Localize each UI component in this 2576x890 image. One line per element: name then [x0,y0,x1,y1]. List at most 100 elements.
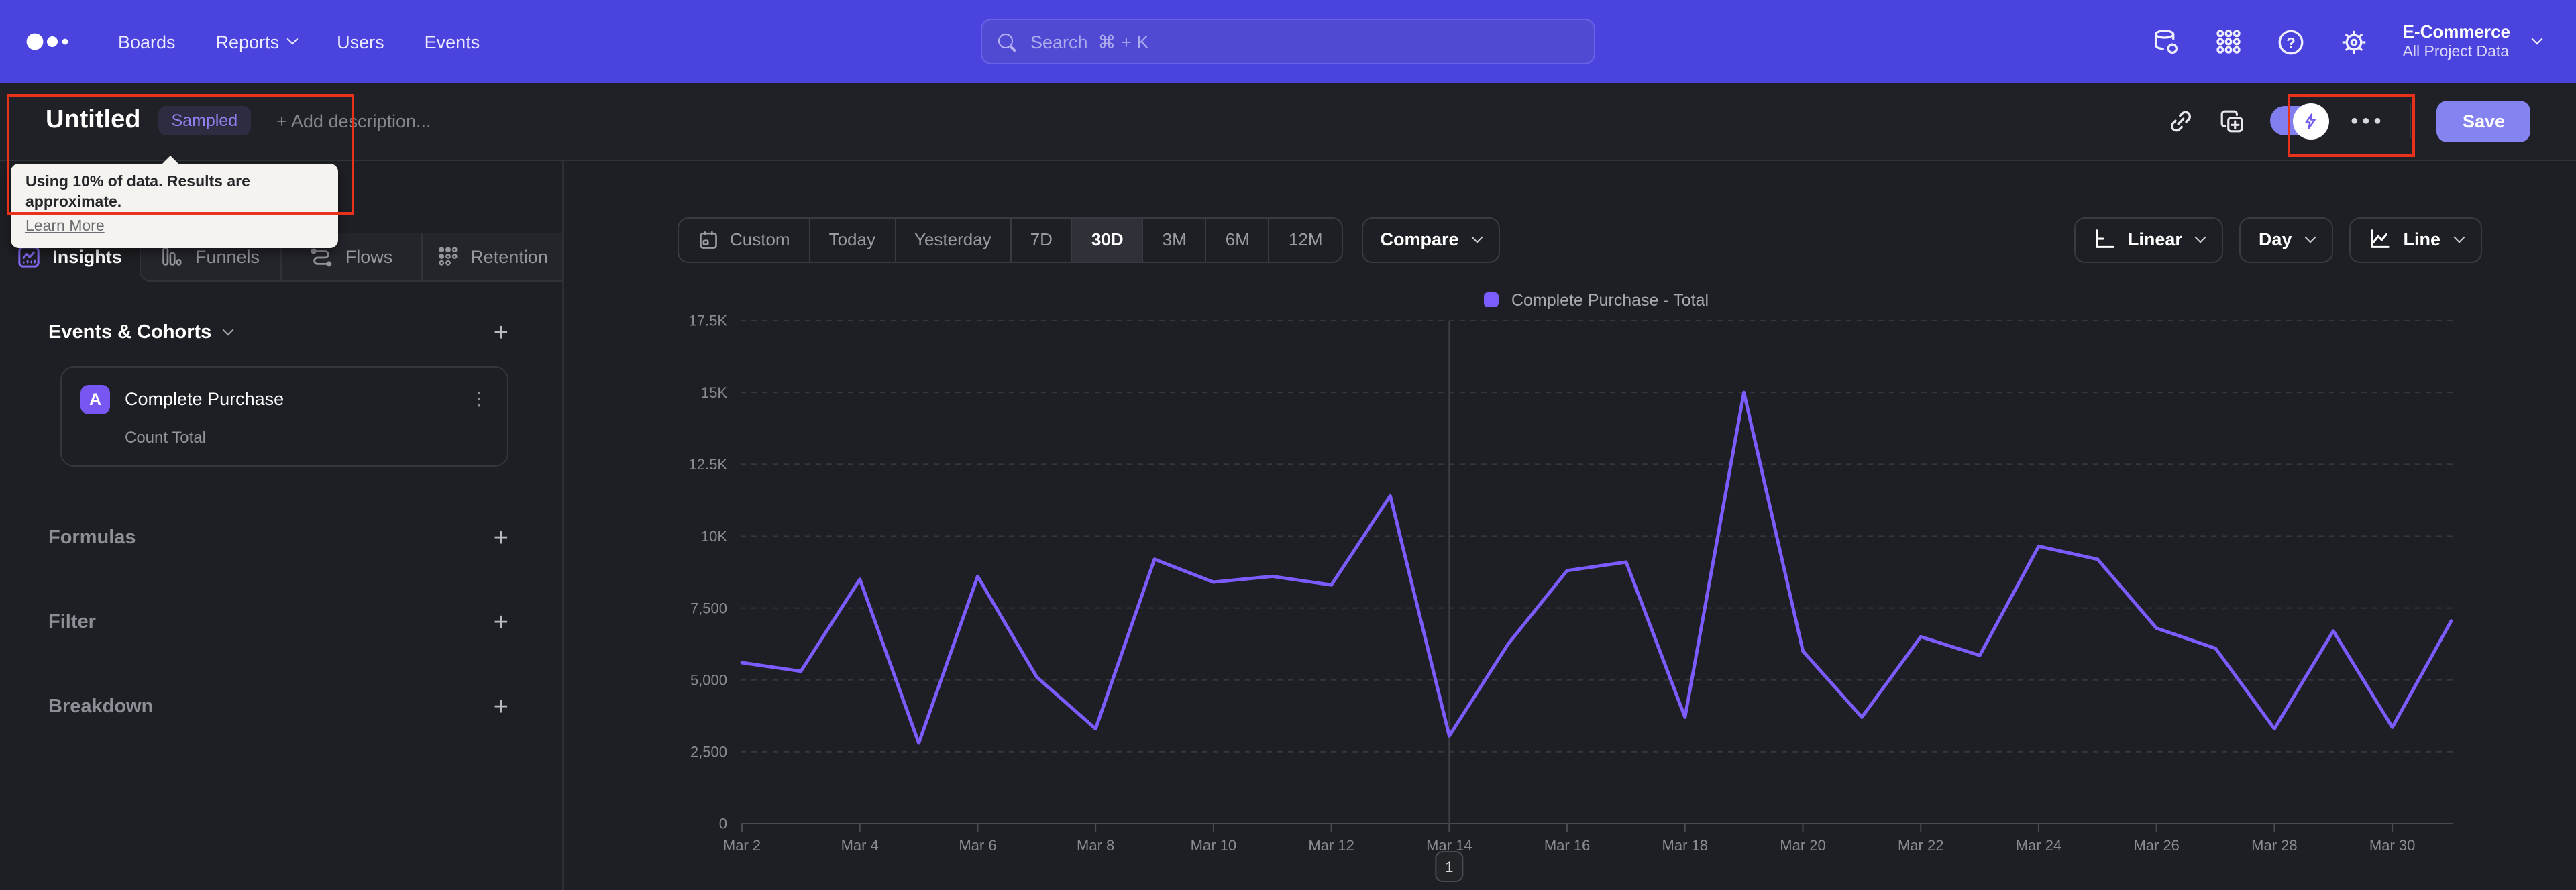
content: Insights Funnels Flows Retention Events … [0,160,2576,890]
x-axis-label: Mar 8 [1077,837,1114,854]
project-meta: E-Commerce All Project Data [2403,21,2510,62]
range-3m[interactable]: 3M [1142,218,1205,261]
add-formula-button[interactable]: + [494,525,508,551]
add-filter-button[interactable]: + [494,610,508,635]
global-search[interactable] [981,19,1595,64]
range-6m[interactable]: 6M [1205,218,1269,261]
tab-retention[interactable]: Retention [421,233,562,281]
project-scope: All Project Data [2402,44,2510,60]
scale-dropdown[interactable]: Linear [2074,217,2224,262]
report-titlebar: Untitled Sampled + Add description... ●●… [0,83,2576,160]
event-card[interactable]: A Complete Purchase ⋮ Count Total [60,366,508,466]
divider [2410,103,2412,139]
range-label: 3M [1162,229,1187,249]
flows-icon [311,245,333,268]
x-axis-label: Mar 16 [1544,837,1590,854]
x-axis-label: Mar 30 [2369,837,2415,854]
data-management-icon[interactable] [2152,27,2180,56]
x-axis-label: Mar 4 [841,837,879,854]
add-to-board-icon[interactable] [2219,109,2245,134]
x-axis-label: Mar 20 [1780,837,1825,854]
save-button[interactable]: Save [2436,100,2530,142]
compare-label: Compare [1380,229,1459,249]
range-today[interactable]: Today [808,218,894,261]
retention-icon [437,245,458,267]
chart-type-dropdown[interactable]: Line [2349,217,2482,262]
search-input[interactable] [1028,30,1578,53]
events-cohorts-title[interactable]: Events & Cohorts [48,322,233,343]
y-axis-label: 17.5K [689,313,728,329]
insights-icon [17,245,40,268]
report-title[interactable]: Untitled [46,107,140,136]
range-label: Today [828,229,875,249]
section-label: Formulas [48,527,136,549]
x-axis-label: Mar 6 [959,837,996,854]
legend-label: Complete Purchase - Total [1511,290,1709,309]
sampling-tooltip-text: Using 10% of data. Results are approxima… [25,174,250,211]
x-axis-label: Mar 28 [2251,837,2297,854]
range-30d[interactable]: 30D [1071,218,1142,261]
event-metric[interactable]: Count Total [125,427,488,446]
compare-button[interactable]: Compare [1361,217,1501,262]
chevron-down-icon [2531,33,2543,45]
project-name: E-Commerce [2402,21,2510,42]
range-label: 7D [1030,229,1053,249]
top-nav: Boards Reports Users Events Search ⌘ + K… [0,0,2576,83]
add-event-button[interactable]: + [494,320,508,345]
range-custom[interactable]: Custom [679,218,809,261]
help-icon[interactable]: ? [2277,27,2305,56]
tab-label: Retention [470,246,548,266]
x-axis-label: Mar 12 [1308,837,1354,854]
x-axis-label: Mar 2 [723,837,761,854]
y-axis-label: 10K [701,528,727,545]
section-breakdown: Breakdown + [48,694,508,720]
event-menu-icon[interactable]: ⋮ [470,388,488,410]
settings-gear-icon[interactable] [2340,27,2368,56]
range-12m[interactable]: 12M [1268,218,1342,261]
mixpanel-logo-icon[interactable] [24,30,78,54]
line-chart[interactable]: 0 2,500 5,000 7,500 10K 12.5K 15K 17.5K Mar 2 Mar… [689,313,2453,882]
chart-toolbar: Custom Today Yesterday 7D 30D 3M 6M 12M … [678,217,2482,262]
add-breakdown-button[interactable]: + [494,694,508,720]
sampled-badge[interactable]: Sampled [158,106,252,136]
nav-link-label: Boards [118,32,176,52]
tab-label: Funnels [195,246,260,266]
titlebar-right: ●●● Save [2168,100,2530,142]
funnels-icon [162,245,183,267]
y-axis-label: 2,500 [690,744,727,761]
range-yesterday[interactable]: Yesterday [894,218,1010,261]
x-axis-label: Mar 18 [1662,837,1708,854]
search-icon [998,33,1016,50]
x-axis-label: Mar 10 [1191,837,1236,854]
nav-link-events[interactable]: Events [425,32,480,52]
section-label: Filter [48,612,96,633]
add-description-button[interactable]: + Add description... [276,111,431,131]
chart-legend[interactable]: Complete Purchase - Total [741,290,2453,309]
date-range-control: Custom Today Yesterday 7D 30D 3M 6M 12M [678,217,1343,262]
linear-axis-icon [2096,229,2114,248]
range-label: 6M [1225,229,1250,249]
scale-label: Linear [2127,229,2182,249]
calendar-icon [700,231,717,248]
titlebar-left: Untitled Sampled + Add description... [46,106,431,136]
nav-link-reports[interactable]: Reports [216,32,299,52]
x-axis-label: Mar 26 [2133,837,2179,854]
nav-link-boards[interactable]: Boards [118,32,176,52]
series-line[interactable] [740,390,2453,745]
granularity-dropdown[interactable]: Day [2239,217,2334,262]
range-label: 30D [1091,229,1124,249]
event-name[interactable]: Complete Purchase [125,389,455,409]
more-options-icon[interactable]: ●●● [2351,114,2385,129]
copy-link-icon[interactable] [2168,109,2194,134]
y-axis-label: 5,000 [690,671,727,688]
range-7d[interactable]: 7D [1010,218,1071,261]
apps-grid-icon[interactable] [2215,28,2242,55]
sidebar-body: Events & Cohorts + A Complete Purchase ⋮… [0,320,562,720]
chevron-down-icon [1472,231,1484,243]
app-window: Boards Reports Users Events Search ⌘ + K… [0,0,2576,890]
learn-more-link[interactable]: Learn More [25,219,105,235]
project-selector[interactable]: E-Commerce All Project Data [2403,21,2543,62]
nav-link-users[interactable]: Users [337,32,384,52]
query-sampling-toggle[interactable] [2269,103,2329,140]
granularity-label: Day [2258,229,2292,249]
